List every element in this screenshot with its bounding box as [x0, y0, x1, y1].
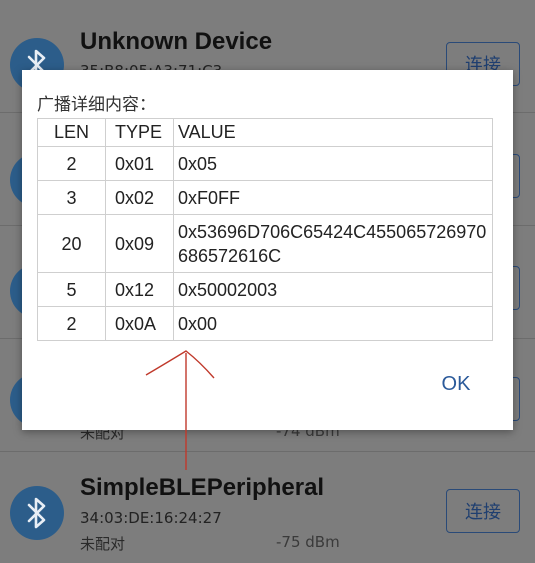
advertisement-detail-dialog: 广播详细内容： LEN TYPE VALUE 2 0x01 0x05 3 0x0… [22, 70, 513, 430]
cell-value: 0x05 [173, 146, 493, 181]
cell-len: 3 [37, 180, 106, 215]
table-row: 2 0x0A 0x00 [37, 306, 493, 341]
table-row: 5 0x12 0x50002003 [37, 272, 493, 307]
bluetooth-icon [10, 486, 64, 540]
cell-type: 0x01 [105, 146, 174, 181]
advertisement-table: LEN TYPE VALUE 2 0x01 0x05 3 0x02 0xF0FF… [37, 118, 493, 341]
column-header-value: VALUE [173, 118, 493, 147]
table-row: 3 0x02 0xF0FF [37, 180, 493, 215]
cell-type: 0x09 [105, 214, 174, 273]
cell-len: 2 [37, 306, 106, 341]
column-header-len: LEN [37, 118, 106, 147]
device-name: SimpleBLEPeripheral [80, 474, 325, 501]
device-name: Unknown Device [80, 28, 273, 55]
connect-button[interactable]: 连接 [446, 489, 520, 533]
signal-strength: -75 dBm [276, 533, 340, 551]
table-header-row: LEN TYPE VALUE [37, 118, 493, 147]
device-item[interactable]: SimpleBLEPeripheral 34:03:DE:16:24:27 未配… [0, 452, 535, 563]
table-row: 2 0x01 0x05 [37, 146, 493, 181]
dialog-title: 广播详细内容： [37, 95, 156, 115]
column-header-type: TYPE [105, 118, 174, 147]
table-row: 20 0x09 0x53696D706C65424C45506572697068… [37, 214, 493, 273]
cell-type: 0x02 [105, 180, 174, 215]
device-mac: 34:03:DE:16:24:27 [80, 509, 222, 527]
ok-button[interactable]: OK [426, 373, 486, 401]
cell-len: 2 [37, 146, 106, 181]
pairing-state: 未配对 [80, 535, 126, 553]
cell-value: 0x53696D706C65424C455065726970686572616C [173, 214, 493, 273]
cell-len: 20 [37, 214, 106, 273]
cell-value: 0xF0FF [173, 180, 493, 215]
cell-value: 0x50002003 [173, 272, 493, 307]
cell-type: 0x12 [105, 272, 174, 307]
cell-len: 5 [37, 272, 106, 307]
cell-value: 0x00 [173, 306, 493, 341]
cell-type: 0x0A [105, 306, 174, 341]
